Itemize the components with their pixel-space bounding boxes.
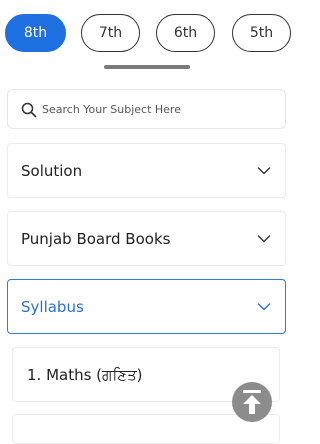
class-tabs: 8th 7th 6th 5th — [0, 0, 299, 70]
accordion-syllabus-title: Syllabus — [21, 297, 84, 316]
tab-class-6[interactable]: 6th — [156, 14, 215, 52]
chevron-down-icon — [257, 234, 271, 242]
accordion-solution[interactable]: Solution — [7, 143, 286, 198]
accordion-solution-title: Solution — [21, 161, 83, 180]
search-input[interactable] — [42, 90, 280, 128]
tab-scroll-indicator[interactable] — [104, 65, 190, 69]
tab-class-7[interactable]: 7th — [81, 14, 140, 52]
search-icon — [21, 102, 37, 118]
scroll-to-top-button[interactable] — [232, 382, 272, 422]
syllabus-item-label: 1. Maths (ਗਣਿਤ) — [27, 365, 143, 384]
chevron-down-icon — [257, 302, 271, 310]
accordion-punjab-board-books-title: Punjab Board Books — [21, 229, 171, 248]
arrow-up-to-line-icon — [243, 390, 261, 414]
accordion-syllabus[interactable]: Syllabus — [7, 279, 286, 334]
chevron-down-icon — [257, 166, 271, 174]
tab-class-8[interactable]: 8th — [5, 14, 66, 52]
tab-class-5[interactable]: 5th — [232, 14, 291, 52]
search-box[interactable] — [7, 89, 286, 129]
accordion-punjab-board-books[interactable]: Punjab Board Books — [7, 211, 286, 266]
